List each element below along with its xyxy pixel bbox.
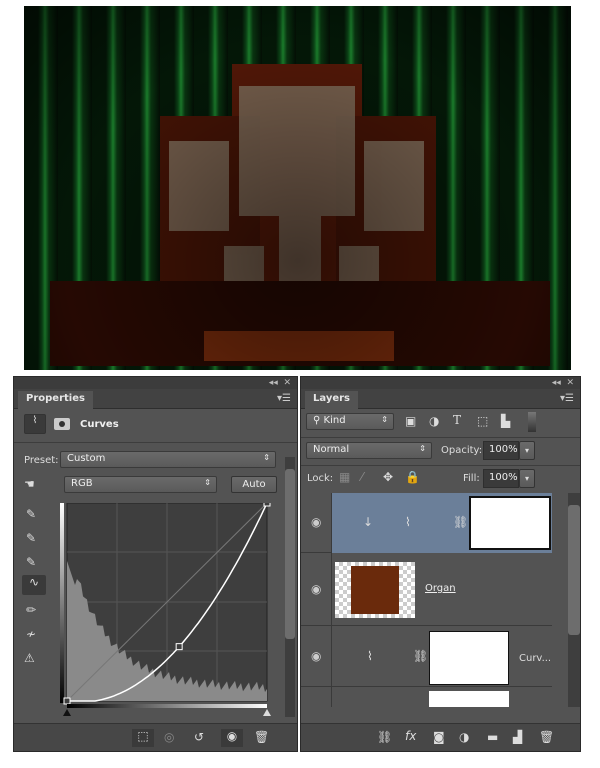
curve-adjust-hand-icon[interactable]: ☚ (24, 477, 35, 491)
layers-panel: ◂◂ ✕ Layers ▾☰ ⚲ Kind ⇕ ▣ ◑ T ⬚ ▙ Normal ⇕ … (300, 376, 581, 752)
filter-type-icon[interactable]: T (453, 413, 461, 427)
visibility-toggle-icon[interactable]: ◉ (221, 729, 243, 747)
lock-transparency-icon[interactable]: ▦ (339, 470, 350, 484)
adjustment-title: Curves (80, 419, 119, 430)
layers-list: ◉ ↓ ⌇ ⛓ ◉ Organ ◉ ⌇ ⛓ Curv... (301, 493, 566, 707)
fx-icon[interactable]: fx (405, 729, 416, 743)
layer-mask-thumbnail-partial (429, 691, 509, 707)
eyedropper-white-icon[interactable]: ✎ (26, 555, 36, 569)
properties-panel: ◂◂ ✕ Properties ▾☰ ⌇ Curves Preset: Custo… (13, 376, 298, 752)
blend-value: Normal (313, 444, 350, 455)
panel-collapse-close[interactable]: ◂◂ ✕ (14, 377, 297, 389)
canvas-image-organ (24, 6, 571, 370)
filter-shape-icon[interactable]: ⬚ (477, 414, 488, 428)
filter-smart-object-icon[interactable]: ▙ (501, 414, 510, 428)
opacity-input[interactable]: 100% (483, 441, 519, 460)
curves-graph[interactable] (60, 503, 274, 719)
opacity-dropdown[interactable]: ▾ (519, 441, 535, 460)
blend-mode-select[interactable]: Normal ⇕ (306, 442, 432, 459)
new-group-icon[interactable]: ▬ (487, 730, 498, 744)
lock-position-icon[interactable]: ✥ (383, 470, 393, 484)
layer-row-curves[interactable]: ◉ ⌇ ⛓ Curv... (301, 627, 552, 687)
new-layer-icon[interactable]: ▟ (513, 730, 522, 744)
layer-thumbnail-organ[interactable] (335, 562, 415, 618)
panel-menu-icon[interactable]: ▾☰ (277, 393, 291, 404)
link-icon[interactable]: ⛓ (453, 515, 468, 529)
fill-label: Fill: (463, 473, 480, 484)
link-layers-icon[interactable]: ⛓ (377, 730, 392, 744)
pencil-icon[interactable]: ✏ (26, 603, 36, 617)
lock-all-icon[interactable]: 🔒 (405, 470, 420, 484)
layer-mask-thumbnail[interactable] (469, 496, 551, 550)
curve-control-point[interactable] (63, 697, 71, 705)
link-icon[interactable]: ⛓ (413, 649, 428, 663)
layers-scrollbar[interactable] (568, 493, 580, 707)
curve-control-point[interactable] (175, 643, 183, 651)
curves-layer-icon: ⌇ (367, 649, 373, 663)
channel-value: RGB (71, 478, 93, 489)
tab-properties[interactable]: Properties (18, 391, 93, 409)
layer-row-curves-selected[interactable]: ◉ ↓ ⌇ ⛓ (301, 493, 552, 553)
output-gradient (60, 503, 64, 703)
layer-mask-thumbnail[interactable] (429, 631, 509, 685)
layer-name[interactable]: Organ (425, 583, 456, 594)
lock-label: Lock: (307, 473, 334, 484)
filter-pixel-icon[interactable]: ▣ (405, 414, 416, 428)
delete-icon[interactable]: 🗑 (254, 730, 269, 744)
preset-value: Custom (67, 453, 106, 464)
curves-adjustment-icon[interactable]: ⌇ (24, 414, 46, 434)
curve-edit-icon[interactable]: ∿ (22, 575, 46, 595)
clip-to-layer-icon[interactable]: ⬚ (132, 729, 154, 747)
delete-layer-icon[interactable]: 🗑 (539, 730, 554, 744)
add-mask-icon[interactable]: ◙ (433, 730, 445, 744)
channel-select[interactable]: RGB ⇕ (64, 476, 217, 493)
input-gradient (67, 704, 267, 708)
tab-layers[interactable]: Layers (305, 391, 358, 409)
fill-input[interactable]: 100% (483, 469, 519, 488)
panel-menu-icon[interactable]: ▾☰ (560, 393, 574, 404)
panel-collapse-close[interactable]: ◂◂ ✕ (301, 377, 580, 389)
clipping-arrow-icon: ↓ (363, 515, 374, 529)
black-point-slider[interactable] (63, 709, 71, 716)
reset-icon[interactable]: ↺ (194, 730, 204, 744)
properties-scrollbar[interactable] (285, 457, 295, 717)
visibility-eye-icon[interactable]: ◉ (311, 582, 321, 596)
preset-label: Preset: (24, 455, 59, 466)
preset-select[interactable]: Custom ⇕ (60, 451, 276, 468)
new-adjustment-icon[interactable]: ◑ (459, 730, 469, 744)
white-point-slider[interactable] (263, 709, 271, 716)
layer-name[interactable]: Curv... (519, 653, 551, 664)
mask-icon[interactable] (54, 418, 70, 430)
filter-kind-select[interactable]: ⚲ Kind ⇕ (306, 413, 394, 430)
curve-control-point[interactable] (263, 503, 271, 507)
eyedropper-black-icon[interactable]: ✎ (26, 507, 36, 521)
eyedropper-gray-icon[interactable]: ✎ (26, 531, 36, 545)
curves-layer-icon: ⌇ (405, 515, 411, 529)
smooth-icon[interactable]: ≁ (26, 627, 36, 641)
lock-paint-icon[interactable]: ⁄ (361, 470, 363, 484)
filter-value: Kind (323, 415, 346, 426)
auto-button[interactable]: Auto (231, 476, 277, 493)
view-previous-icon[interactable]: ◎ (164, 730, 174, 744)
visibility-eye-icon[interactable]: ◉ (311, 515, 321, 529)
clipping-warning-icon[interactable]: ⚠ (24, 651, 35, 665)
filter-adjustment-icon[interactable]: ◑ (429, 414, 439, 428)
fill-dropdown[interactable]: ▾ (519, 469, 535, 488)
filter-toggle[interactable] (528, 412, 536, 432)
layer-row-organ[interactable]: ◉ Organ (301, 554, 552, 626)
visibility-eye-icon[interactable]: ◉ (311, 649, 321, 663)
opacity-label: Opacity: (441, 445, 483, 456)
